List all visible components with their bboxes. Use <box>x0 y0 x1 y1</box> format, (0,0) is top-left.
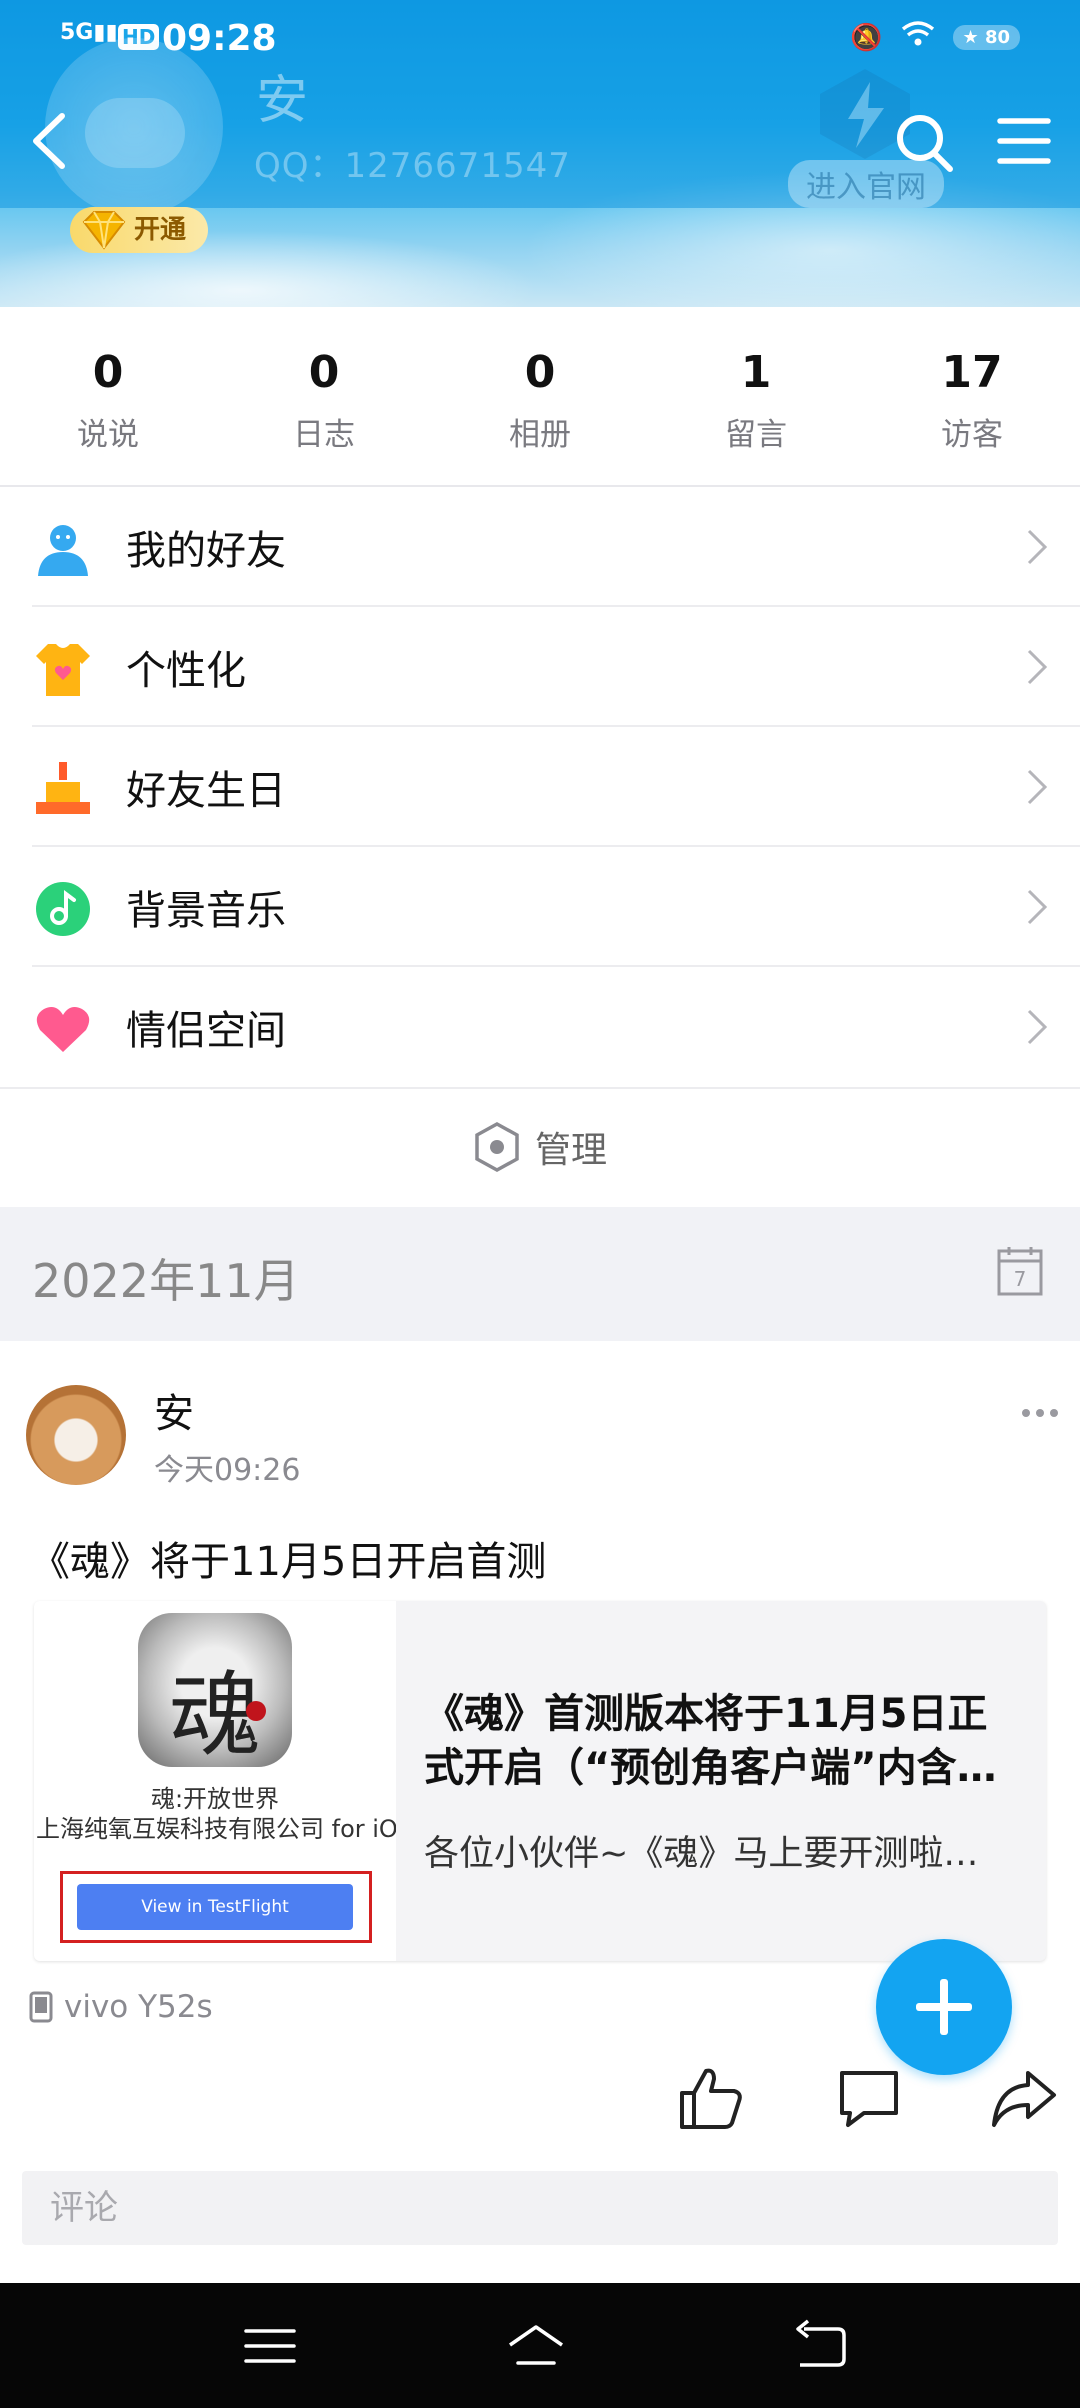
chevron-right-icon <box>1027 529 1048 565</box>
link-description: 各位小伙伴~《魂》马上要开测啦… <box>424 1834 979 1874</box>
like-icon[interactable] <box>676 2063 746 2133</box>
menu-item-friends[interactable]: 我的好友 <box>0 487 1080 607</box>
back-arrow-icon[interactable] <box>18 104 82 178</box>
calendar-icon[interactable]: 7 <box>996 1245 1044 1297</box>
diamond-icon <box>82 211 126 250</box>
stat-value: 0 <box>92 347 124 398</box>
stat-label: 留言 <box>725 417 787 453</box>
phone-icon <box>29 1991 53 2023</box>
profile-name: 安 <box>256 71 309 131</box>
comment-input[interactable] <box>22 2171 1058 2245</box>
menu-item-label: 情侣空间 <box>126 1008 286 1054</box>
feed-post: 安 今天09:26 《魂》将于11月5日开启首测 魂 魂:开放世界 上海纯氧互娱… <box>0 1341 1080 2283</box>
menu-item-personalize[interactable]: 个性化 <box>0 607 1080 727</box>
hexagon-settings-icon <box>475 1122 519 1172</box>
chevron-right-icon <box>1027 649 1048 685</box>
tshirt-icon <box>36 644 90 696</box>
stat-label: 日志 <box>293 417 355 453</box>
home-icon[interactable] <box>506 2319 566 2373</box>
menu-item-music[interactable]: 背景音乐 <box>0 847 1080 967</box>
battery-indicator: ★ 80 <box>952 25 1020 50</box>
stat-album[interactable]: 0 相册 <box>432 307 648 485</box>
stat-visitors[interactable]: 17 访客 <box>864 307 1080 485</box>
system-nav-bar <box>0 2283 1080 2408</box>
month-title: 2022年11月 <box>32 1254 300 1308</box>
link-thumbnail: 魂 魂:开放世界 上海纯氧互娱科技有限公司 for iOS View in Te… <box>34 1601 396 1961</box>
comment-icon[interactable] <box>834 2063 904 2133</box>
chevron-right-icon <box>1027 889 1048 925</box>
author-avatar[interactable] <box>26 1385 126 1485</box>
add-post-fab[interactable] <box>876 1939 1012 2075</box>
app-icon: 魂 <box>138 1613 292 1769</box>
back-nav-icon[interactable] <box>790 2319 850 2373</box>
search-icon[interactable] <box>890 104 958 178</box>
status-bar: 5G▮▮▮ HD 09:28 🔕 ★ 80 <box>60 14 1020 64</box>
menu-item-couple-space[interactable]: 情侣空间 <box>0 967 1080 1087</box>
wifi-icon <box>901 20 935 55</box>
stat-messages[interactable]: 1 留言 <box>648 307 864 485</box>
vip-open-button[interactable]: 开通 <box>70 207 209 253</box>
menu-item-birthday[interactable]: 好友生日 <box>0 727 1080 847</box>
post-time: 今天09:26 <box>154 1453 301 1488</box>
stat-value: 0 <box>308 347 340 398</box>
device-name: vivo Y52s <box>64 1989 213 2025</box>
stat-shuoshuo[interactable]: 0 说说 <box>0 307 216 485</box>
chevron-right-icon <box>1027 1009 1048 1045</box>
stat-label: 访客 <box>941 417 1003 453</box>
menu-item-label: 好友生日 <box>126 768 286 814</box>
svg-text:7: 7 <box>1014 1267 1027 1291</box>
testflight-button: View in TestFlight <box>77 1884 353 1930</box>
shared-link-card[interactable]: 魂 魂:开放世界 上海纯氧互娱科技有限公司 for iOS View in Te… <box>34 1601 1046 1961</box>
recent-apps-icon[interactable] <box>240 2319 300 2373</box>
menu-item-label: 背景音乐 <box>126 888 286 934</box>
manage-label: 管理 <box>534 1130 607 1171</box>
friends-icon <box>38 525 88 576</box>
vip-label: 开通 <box>134 215 187 245</box>
comment-box[interactable] <box>22 2171 1058 2245</box>
more-options-icon[interactable] <box>1020 1403 1060 1423</box>
mute-bell-icon: 🔕 <box>850 22 883 53</box>
hamburger-menu-icon[interactable] <box>994 104 1054 178</box>
music-icon <box>36 882 90 936</box>
menu-item-label: 我的好友 <box>126 528 286 574</box>
month-header: 2022年11月 7 <box>0 1207 1080 1341</box>
stat-label: 相册 <box>509 417 571 453</box>
post-text: 《魂》将于11月5日开启首测 <box>30 1539 547 1585</box>
manage-button[interactable]: 管理 <box>0 1087 1080 1205</box>
author-name[interactable]: 安 <box>154 1381 194 1439</box>
stat-label: 说说 <box>77 417 139 453</box>
birthday-cake-icon <box>36 762 90 814</box>
stats-bar: 0 说说 0 日志 0 相册 1 留言 17 访客 <box>0 307 1080 487</box>
stat-value: 1 <box>740 347 772 398</box>
stat-value: 17 <box>941 347 1003 398</box>
share-icon[interactable] <box>988 2063 1058 2133</box>
stat-blog[interactable]: 0 日志 <box>216 307 432 485</box>
chevron-right-icon <box>1027 769 1048 805</box>
stat-value: 0 <box>524 347 556 398</box>
profile-qq-number: QQ：1276671547 <box>254 146 571 186</box>
thumbnail-developer: 上海纯氧互娱科技有限公司 for iOS <box>36 1815 396 1843</box>
link-title: 《魂》首测版本将于11月5日正式开启（“预创角客户端”内含… <box>424 1691 997 1791</box>
profile-header: 5G▮▮▮ HD 09:28 🔕 ★ 80 安 QQ：1276671547 进入… <box>0 0 1080 307</box>
highlight-box: View in TestFlight <box>60 1871 372 1943</box>
heart-icon <box>36 1007 90 1052</box>
menu-item-label: 个性化 <box>126 648 246 694</box>
feature-menu: 我的好友 个性化 好友生日 背景音乐 情侣空间 <box>0 487 1080 1087</box>
post-device: vivo Y52s <box>28 1989 213 2025</box>
